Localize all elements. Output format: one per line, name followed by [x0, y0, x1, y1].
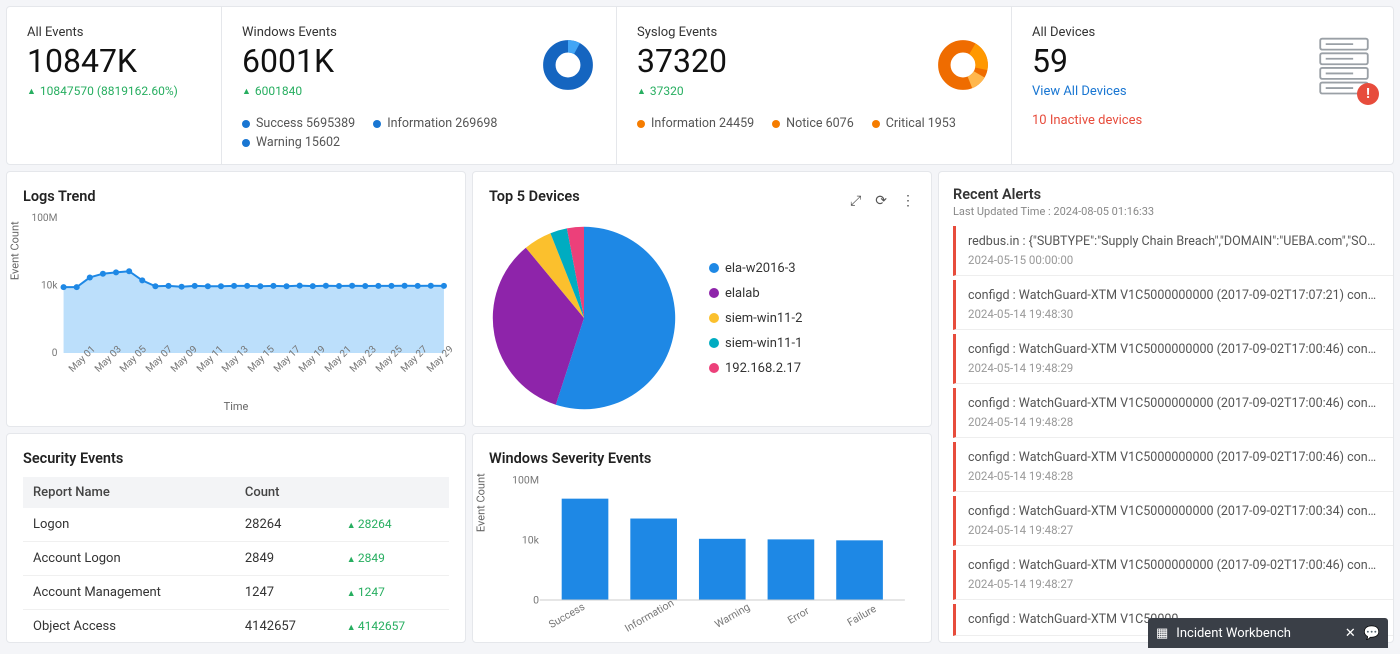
expand-icon[interactable]: ⤢ — [850, 193, 861, 209]
col-count[interactable]: Count — [235, 477, 337, 508]
stat-syslog-events: Syslog Events 37320 37320 Information 24… — [617, 7, 1012, 164]
windows-severity-panel: Windows Severity Events Event Count 010k… — [472, 433, 932, 643]
pie-legend-item[interactable]: 192.168.2.17 — [709, 361, 802, 376]
panel-title: Logs Trend — [23, 188, 449, 205]
alert-item[interactable]: configd : WatchGuard-XTM V1C5000000000 (… — [953, 388, 1393, 438]
summary-stats-row: All Events 10847K 10847570 (8819162.60%)… — [6, 6, 1394, 165]
pie-legend-item[interactable]: ela-w2016-3 — [709, 261, 802, 276]
logs-trend-panel: Logs Trend Event Count 0 10k 100M May 01Ma… — [6, 171, 466, 427]
alert-item[interactable]: configd : WatchGuard-XTM V1C5000000000 (… — [953, 442, 1393, 492]
legend-item: Warning 15602 — [242, 135, 340, 150]
workbench-title: Incident Workbench — [1176, 626, 1345, 641]
panel-title: Recent Alerts — [953, 186, 1379, 203]
inactive-devices-text: 10 Inactive devices — [1032, 113, 1373, 128]
alert-item[interactable]: redbus.in : {"SUBTYPE":"Supply Chain Bre… — [953, 226, 1393, 276]
stat-delta: 10847570 (8819162.60%) — [27, 84, 201, 98]
stat-windows-events: Windows Events 6001K 6001840 Success 569… — [222, 7, 617, 164]
recent-alerts-panel: Recent Alerts Last Updated Time : 2024-0… — [938, 171, 1394, 643]
pie-legend-item[interactable]: siem-win11-1 — [709, 336, 802, 351]
syslog-donut-icon — [935, 37, 991, 93]
svg-text:10k: 10k — [41, 281, 58, 292]
y-axis-label: Event Count — [9, 221, 22, 280]
close-icon[interactable]: ✕ — [1345, 626, 1356, 641]
pie-legend: ela-w2016-3 elalab siem-win11-2 siem-win11-… — [709, 261, 802, 376]
legend-item: Success 5695389 — [242, 116, 355, 131]
alert-item[interactable]: configd : WatchGuard-XTM V1C5000000000 (… — [953, 334, 1393, 384]
stat-all-devices: All Devices 59 View All Devices 10 Inact… — [1012, 7, 1393, 164]
stat-all-events: All Events 10847K 10847570 (8819162.60%) — [7, 7, 222, 164]
panel-title: Windows Severity Events — [489, 450, 915, 467]
incident-workbench-bar[interactable]: ▦ Incident Workbench ✕ 💬 — [1148, 618, 1388, 648]
pie-legend-item[interactable]: elalab — [709, 286, 802, 301]
legend-item: Information 24459 — [637, 116, 754, 131]
last-updated-text: Last Updated Time : 2024-08-05 01:16:33 — [953, 205, 1379, 218]
refresh-icon[interactable]: ⟳ — [875, 193, 887, 209]
col-report-name[interactable]: Report Name — [23, 477, 235, 508]
alert-item[interactable]: configd : WatchGuard-XTM V1C5000000000 (… — [953, 496, 1393, 546]
panel-title: Top 5 Devices — [489, 188, 580, 205]
svg-text:100M: 100M — [32, 213, 58, 224]
legend-item: Critical 1953 — [872, 116, 956, 131]
more-menu-icon[interactable]: ⋮ — [901, 193, 915, 209]
x-axis-label: Time — [23, 400, 449, 413]
severity-bar-chart[interactable] — [489, 475, 915, 605]
top-devices-panel: Top 5 Devices ⤢ ⟳ ⋮ ela-w2016-3 elalab sie… — [472, 171, 932, 427]
panel-title: Security Events — [23, 450, 449, 467]
device-alert-badge-icon: ! — [1357, 83, 1379, 105]
chat-icon[interactable]: 💬 — [1364, 626, 1380, 641]
stat-value: 10847K — [27, 42, 201, 80]
x-axis-ticks: May 01May 03May 05May 07May 09May 11May … — [63, 367, 449, 378]
alert-item[interactable]: configd : WatchGuard-XTM V1C5000000000 (… — [953, 280, 1393, 330]
y-axis-label: Event Count — [475, 473, 488, 532]
table-row[interactable]: Account Management12471247 — [23, 576, 449, 610]
pie-legend-item[interactable]: siem-win11-2 — [709, 311, 802, 326]
legend-item: Information 269698 — [373, 116, 497, 131]
bar-x-ticks: SuccessInformationWarningErrorFailure — [489, 609, 915, 622]
syslog-legend: Information 24459 Notice 6076 Critical 195… — [637, 116, 991, 131]
workbench-icon: ▦ — [1156, 626, 1168, 641]
windows-donut-icon — [540, 37, 596, 93]
table-row[interactable]: Object Access41426574142657 — [23, 610, 449, 644]
table-row[interactable]: Logon2826428264 — [23, 508, 449, 542]
security-events-panel: Security Events Report Name Count Logon2… — [6, 433, 466, 643]
top-devices-pie-chart[interactable] — [489, 223, 679, 413]
stat-title: All Events — [27, 25, 201, 40]
table-row[interactable]: Account Logon28492849 — [23, 542, 449, 576]
svg-text:0: 0 — [52, 348, 58, 359]
alert-item[interactable]: configd : WatchGuard-XTM V1C5000000000 (… — [953, 550, 1393, 600]
legend-item: Notice 6076 — [772, 116, 854, 131]
windows-legend: Success 5695389 Information 269698 Warning… — [242, 116, 596, 150]
logs-trend-chart[interactable]: 0 10k 100M — [23, 213, 449, 363]
security-events-table: Report Name Count Logon2826428264Account… — [23, 477, 449, 643]
